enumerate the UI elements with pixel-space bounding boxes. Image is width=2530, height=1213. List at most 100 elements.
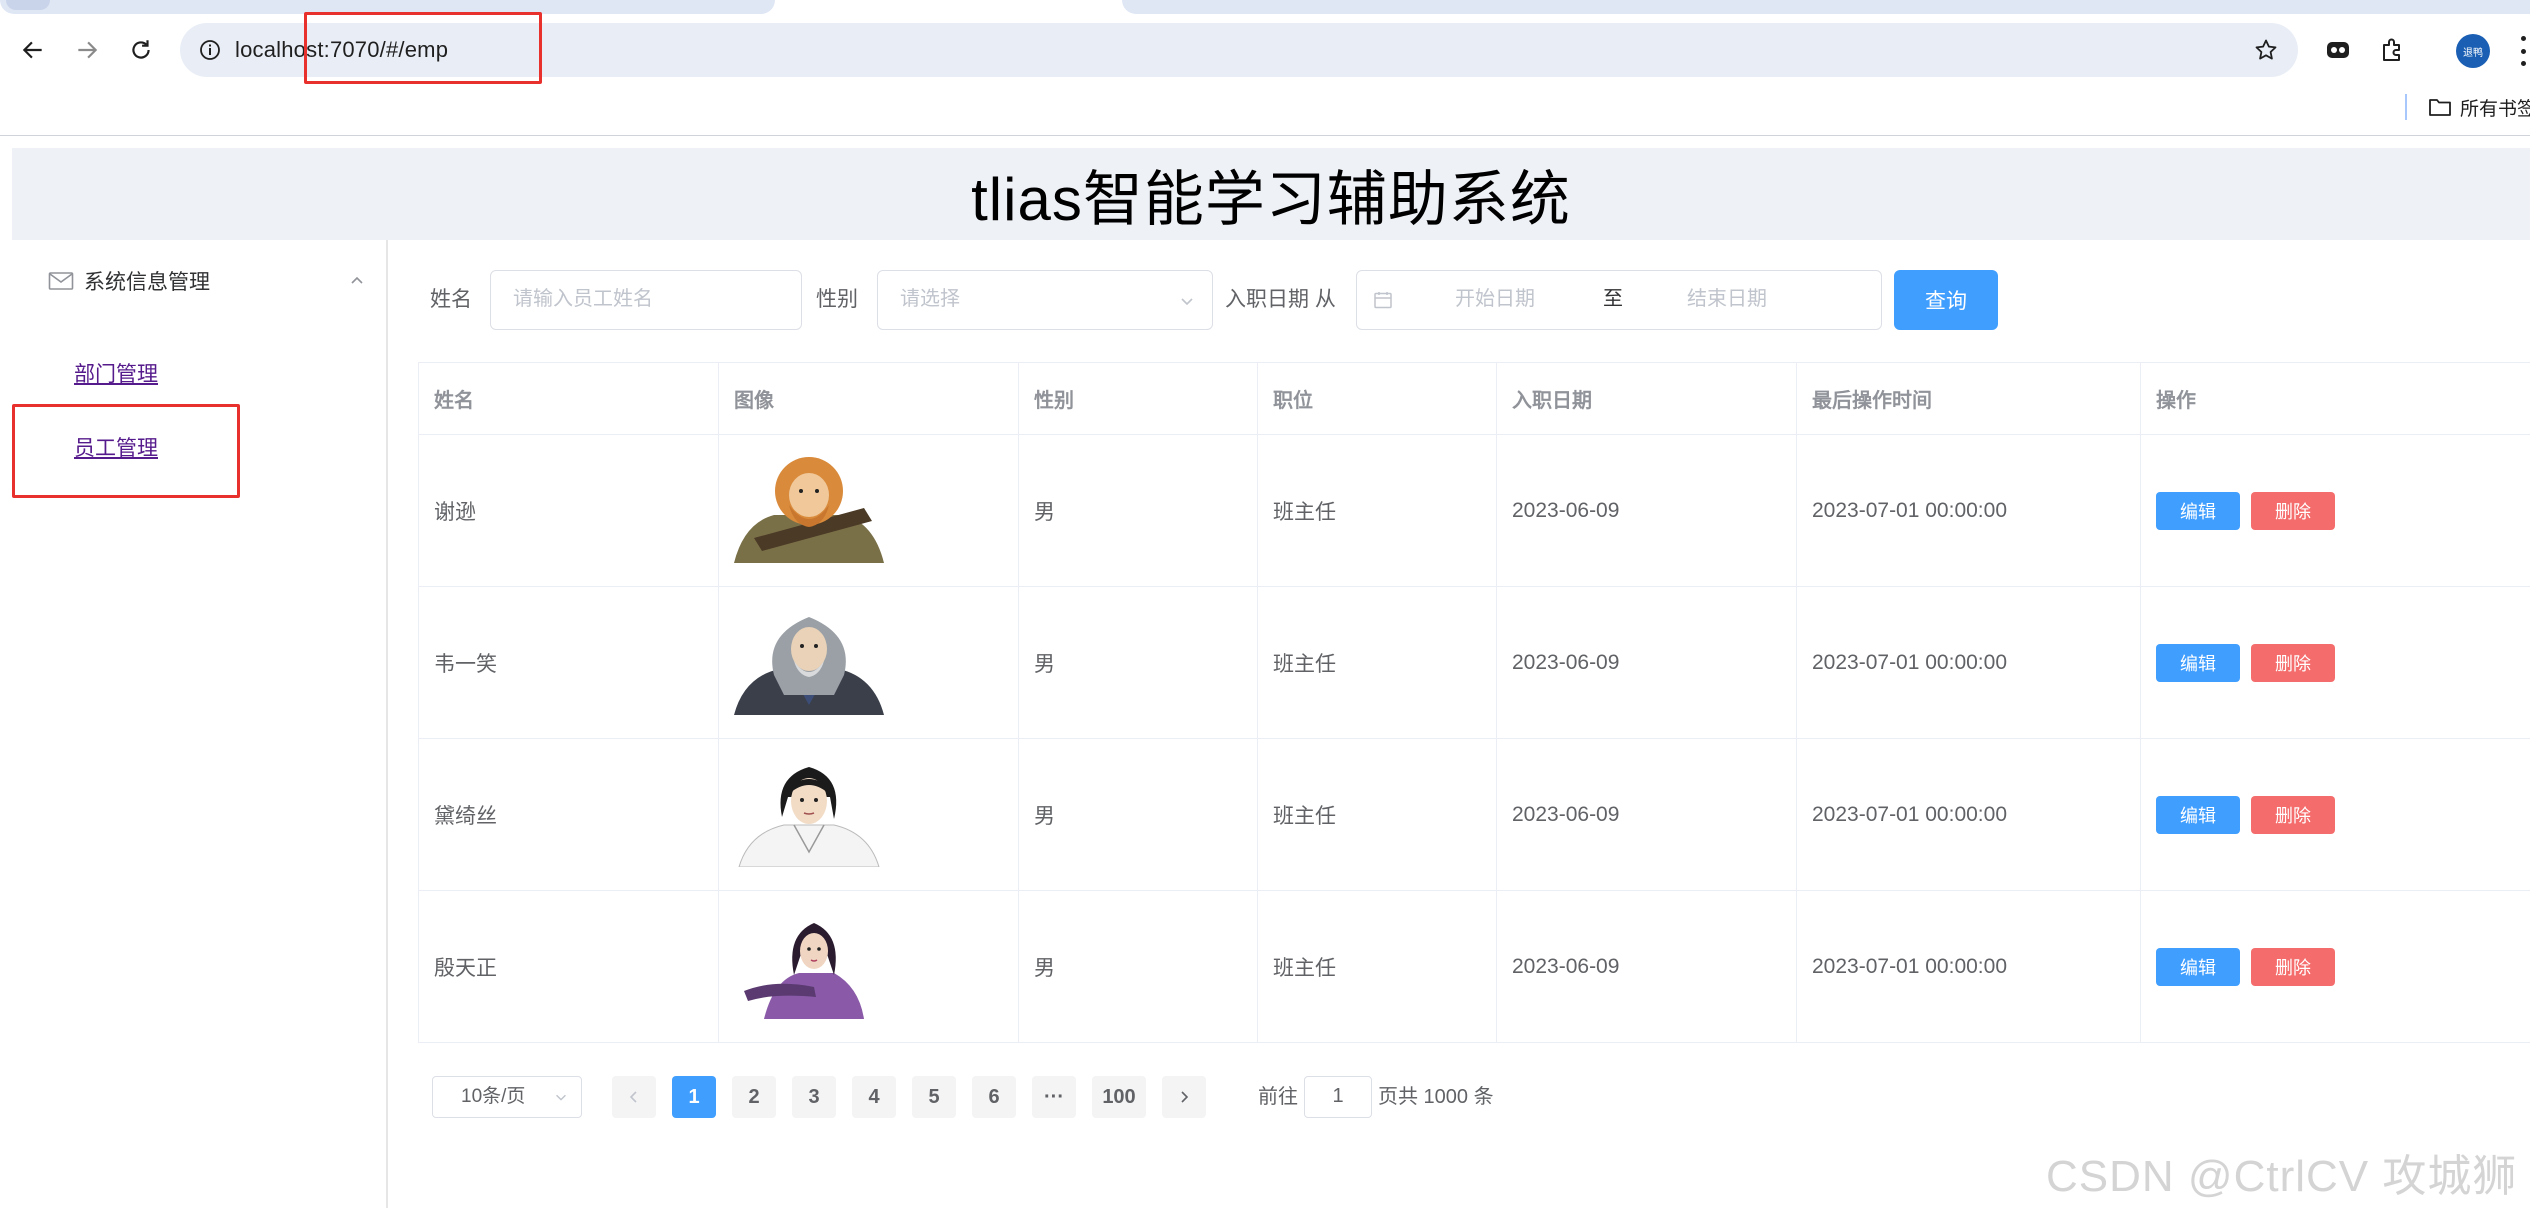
puzzle-extensions-icon[interactable] bbox=[2374, 32, 2410, 68]
delete-button[interactable]: 删除 bbox=[2251, 643, 2335, 682]
page-size-select[interactable]: 10条/页 bbox=[432, 1076, 582, 1118]
sidebar-item-emp[interactable]: 员工管理 bbox=[74, 432, 158, 462]
cell-image bbox=[718, 738, 1019, 891]
goto-label: 前往 bbox=[1258, 1086, 1298, 1108]
column-header-name[interactable]: 姓名 bbox=[418, 362, 719, 435]
edit-button[interactable]: 编辑 bbox=[2156, 795, 2240, 834]
delete-button[interactable]: 删除 bbox=[2251, 947, 2335, 986]
cell-entry-date: 2023-06-09 bbox=[1496, 586, 1797, 739]
purple-robed-woman-avatar bbox=[744, 922, 864, 1019]
cell-job: 班主任 bbox=[1257, 738, 1497, 891]
site-info-icon[interactable] bbox=[192, 32, 228, 68]
browser-tab[interactable] bbox=[1122, 0, 2530, 14]
cell-name: 黛绮丝 bbox=[418, 738, 719, 891]
cell-job: 班主任 bbox=[1257, 890, 1497, 1043]
column-header-image[interactable]: 图像 bbox=[718, 362, 1019, 435]
cell-job: 班主任 bbox=[1257, 586, 1497, 739]
browser-menu-icon[interactable] bbox=[2518, 36, 2528, 66]
reload-icon[interactable] bbox=[121, 30, 161, 70]
column-header-update-time[interactable]: 最后操作时间 bbox=[1796, 362, 2141, 435]
cell-gender: 男 bbox=[1018, 434, 1258, 587]
table-row: 黛绮丝 男 班主任 2023-06-09 2023-07-01 00:00:00… bbox=[418, 738, 2530, 891]
pagination: 10条/页 1 2 3 4 5 6 ··· 100 前往 1 页共 1000 条 bbox=[432, 1076, 2432, 1118]
start-date-input[interactable]: 开始日期 bbox=[1455, 271, 1535, 328]
page-button-3[interactable]: 3 bbox=[792, 1076, 836, 1118]
bookmark-star-icon[interactable] bbox=[2250, 34, 2282, 66]
search-form: 姓名 请输入员工姓名 性别 请选择 入职日期 从 开始日期 至 结束日期 查询 bbox=[418, 270, 2530, 330]
submenu-title: 系统信息管理 bbox=[84, 271, 210, 294]
table-row: 谢逊 男 班主任 2023-06-09 2023-07-01 00:00:00 … bbox=[418, 434, 2530, 587]
edit-button[interactable]: 编辑 bbox=[2156, 947, 2240, 986]
chevron-down-icon bbox=[556, 1094, 566, 1101]
date-range-picker[interactable]: 开始日期 至 结束日期 bbox=[1356, 270, 1882, 330]
submenu-system-info[interactable]: 系统信息管理 bbox=[48, 260, 372, 302]
cell-job: 班主任 bbox=[1257, 434, 1497, 587]
prev-page-button[interactable] bbox=[612, 1076, 656, 1118]
all-bookmarks-label: 所有书签 bbox=[2460, 98, 2530, 120]
query-button[interactable]: 查询 bbox=[1894, 270, 1998, 330]
address-bar[interactable]: localhost:7070/#/emp bbox=[180, 23, 2298, 77]
table-header-row: 姓名 图像 性别 职位 入职日期 最后操作时间 操作 bbox=[418, 362, 2530, 435]
end-date-input[interactable]: 结束日期 bbox=[1687, 271, 1767, 328]
delete-button[interactable]: 删除 bbox=[2251, 795, 2335, 834]
cell-name: 韦一笑 bbox=[418, 586, 719, 739]
browser-tab[interactable] bbox=[0, 0, 775, 14]
column-header-gender[interactable]: 性别 bbox=[1018, 362, 1258, 435]
main-content: 姓名 请输入员工姓名 性别 请选择 入职日期 从 开始日期 至 结束日期 查询 bbox=[418, 240, 2530, 1208]
cell-entry-date: 2023-06-09 bbox=[1496, 890, 1797, 1043]
cell-update-time: 2023-07-01 00:00:00 bbox=[1796, 738, 2141, 891]
edit-button[interactable]: 编辑 bbox=[2156, 491, 2240, 530]
cell-image bbox=[718, 434, 1019, 587]
cell-gender: 男 bbox=[1018, 890, 1258, 1043]
tab-strip bbox=[0, 0, 2530, 16]
chevron-right-icon bbox=[1181, 1091, 1189, 1103]
grey-haired-elder-avatar bbox=[734, 616, 884, 715]
delete-button[interactable]: 删除 bbox=[2251, 491, 2335, 530]
cell-actions: 编辑 删除 bbox=[2140, 738, 2530, 891]
cell-update-time: 2023-07-01 00:00:00 bbox=[1796, 890, 2141, 1043]
edit-button[interactable]: 编辑 bbox=[2156, 643, 2240, 682]
gender-label: 性别 bbox=[816, 288, 858, 311]
goto-page-input[interactable]: 1 bbox=[1304, 1076, 1372, 1118]
extension-icon[interactable] bbox=[2320, 32, 2356, 68]
cell-gender: 男 bbox=[1018, 586, 1258, 739]
page-button-5[interactable]: 5 bbox=[912, 1076, 956, 1118]
black-haired-scholar-avatar bbox=[738, 766, 880, 867]
gender-select[interactable]: 请选择 bbox=[877, 270, 1213, 330]
back-icon[interactable] bbox=[13, 30, 53, 70]
more-pages-button[interactable]: ··· bbox=[1032, 1076, 1076, 1118]
cell-entry-date: 2023-06-09 bbox=[1496, 738, 1797, 891]
all-bookmarks-button[interactable]: 所有书签 bbox=[2428, 92, 2530, 122]
page-button-2[interactable]: 2 bbox=[732, 1076, 776, 1118]
page-button-6[interactable]: 6 bbox=[972, 1076, 1016, 1118]
calendar-icon bbox=[1374, 292, 1392, 309]
column-header-actions[interactable]: 操作 bbox=[2140, 362, 2530, 435]
table-row: 韦一笑 男 班主任 2023-06-09 2023-07-01 00:00:00… bbox=[418, 586, 2530, 739]
cell-name: 殷天正 bbox=[418, 890, 719, 1043]
employee-table: 姓名 图像 性别 职位 入职日期 最后操作时间 操作 谢逊 男 班主任 2023… bbox=[418, 362, 2530, 1043]
column-header-entry-date[interactable]: 入职日期 bbox=[1496, 362, 1797, 435]
chevron-up-icon bbox=[351, 276, 363, 284]
message-icon bbox=[48, 272, 74, 290]
cell-actions: 编辑 删除 bbox=[2140, 586, 2530, 739]
sidebar-item-dept[interactable]: 部门管理 bbox=[74, 358, 158, 388]
chevron-down-icon bbox=[1181, 298, 1193, 306]
next-page-button[interactable] bbox=[1162, 1076, 1206, 1118]
cell-gender: 男 bbox=[1018, 738, 1258, 891]
forward-icon[interactable] bbox=[67, 30, 107, 70]
page-button-1[interactable]: 1 bbox=[672, 1076, 716, 1118]
chevron-left-icon bbox=[629, 1091, 637, 1103]
entry-date-label: 入职日期 从 bbox=[1225, 288, 1336, 311]
cell-image bbox=[718, 586, 1019, 739]
cell-image bbox=[718, 890, 1019, 1043]
cell-update-time: 2023-07-01 00:00:00 bbox=[1796, 586, 2141, 739]
name-input[interactable]: 请输入员工姓名 bbox=[490, 270, 802, 330]
url-text[interactable]: localhost:7070/#/emp bbox=[235, 23, 448, 77]
profile-avatar[interactable]: 退鸭 bbox=[2456, 34, 2490, 68]
watermark-text: CSDN @CtrlCV 攻城狮 bbox=[2046, 1152, 2518, 1201]
cell-update-time: 2023-07-01 00:00:00 bbox=[1796, 434, 2141, 587]
app-page: tlias智能学习辅助系统 系统信息管理 部门管理 员工管理 姓名 请输入员工姓… bbox=[12, 148, 2530, 1208]
page-button-4[interactable]: 4 bbox=[852, 1076, 896, 1118]
column-header-job[interactable]: 职位 bbox=[1257, 362, 1497, 435]
page-button-100[interactable]: 100 bbox=[1092, 1076, 1146, 1118]
